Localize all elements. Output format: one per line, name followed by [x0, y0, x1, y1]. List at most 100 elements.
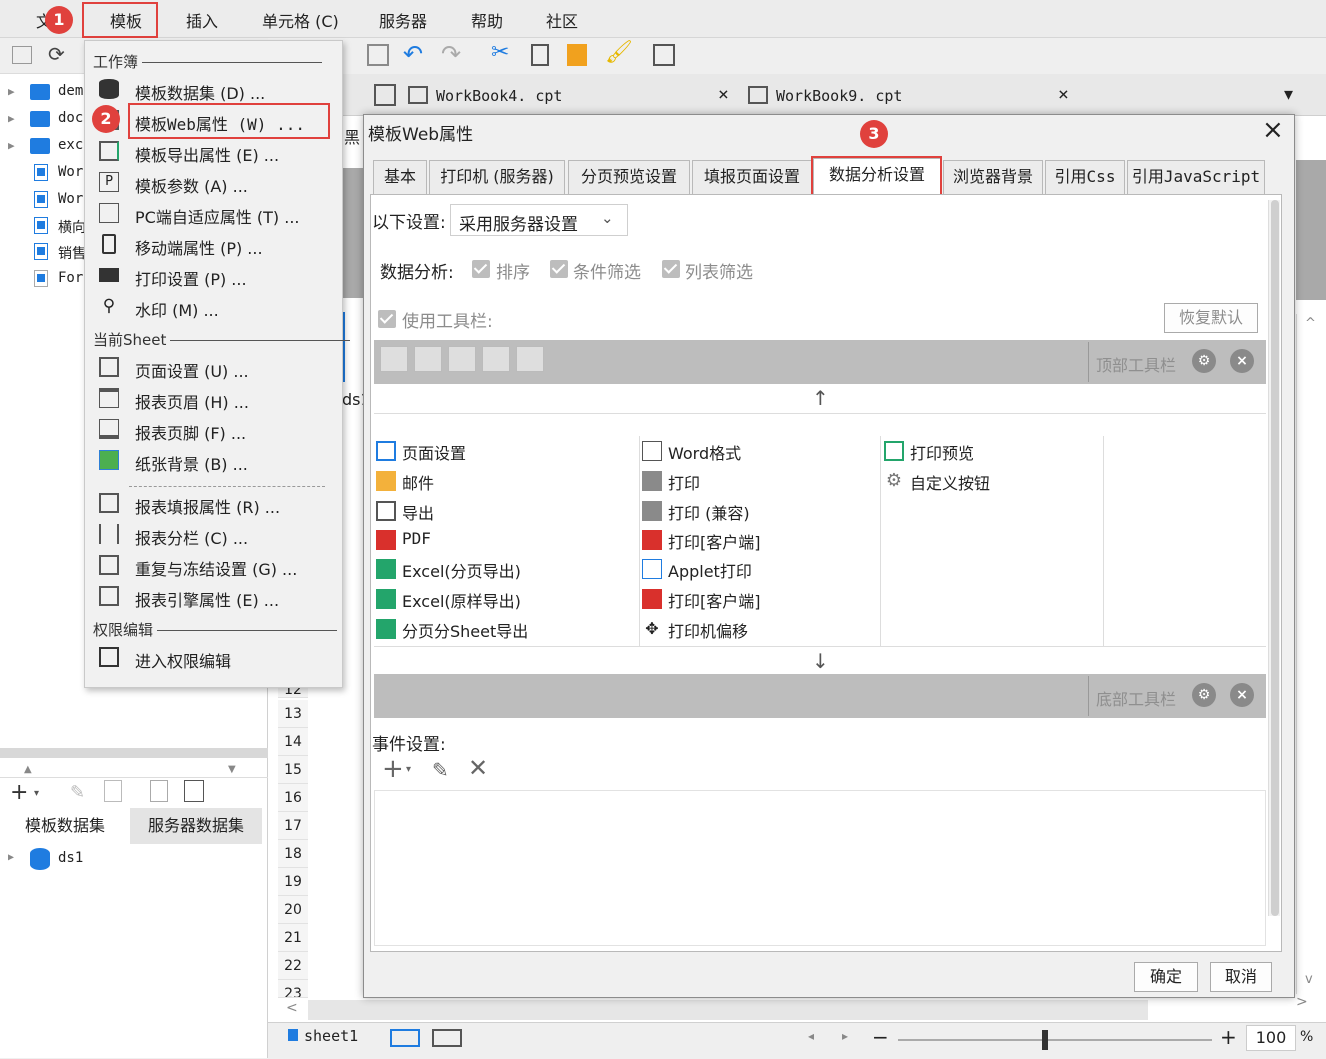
copy-icon[interactable]	[531, 44, 549, 66]
tab-list-icon[interactable]: ▾	[1284, 84, 1293, 105]
top-toolbar-bar[interactable]: 顶部工具栏 ⚙ ×	[374, 340, 1266, 384]
dataset-settings-icon[interactable]	[184, 780, 204, 802]
ok-button[interactable]: 确定	[1134, 962, 1198, 992]
chevron-down-icon[interactable]: ▾	[34, 788, 39, 799]
delete-icon[interactable]	[104, 780, 122, 802]
undo-icon[interactable]: ↶	[403, 40, 423, 68]
cut-icon[interactable]: ✂	[491, 40, 509, 65]
menu-item-watermark[interactable]: ⚲ 水印 (M) ...	[93, 292, 333, 321]
tab-javascript[interactable]: 引用JavaScript	[1127, 160, 1265, 194]
restore-default-button[interactable]: 恢复默认	[1164, 303, 1258, 333]
panel-scrollbar[interactable]	[1268, 200, 1280, 916]
selected-cell[interactable]	[343, 312, 363, 382]
menu-item-report-columns[interactable]: 报表分栏 (C) ...	[93, 520, 333, 549]
horizontal-scrollbar[interactable]	[308, 1000, 1148, 1020]
add-dashboard-sheet-icon[interactable]	[432, 1029, 462, 1047]
prev-sheet-icon[interactable]: ◂	[808, 1029, 814, 1043]
chevron-down-icon[interactable]: ▾	[406, 764, 411, 775]
zoom-in-icon[interactable]: +	[1220, 1025, 1237, 1049]
move-up-row[interactable]: ↑	[374, 386, 1266, 414]
print-icon[interactable]	[448, 346, 476, 372]
menu-item-mobile-properties[interactable]: 移动端属性 (P) ...	[93, 230, 333, 259]
menu-item-enter-permission-edit[interactable]: 进入权限编辑	[93, 643, 333, 672]
collapse-down-icon[interactable]: ▼	[228, 764, 236, 775]
menu-item-fill-properties[interactable]: 报表填报属性 (R) ...	[93, 489, 333, 518]
redo-icon[interactable]: ↷	[441, 40, 461, 68]
close-tab-icon[interactable]: ×	[718, 84, 729, 105]
move-down-row[interactable]: ↓	[374, 646, 1266, 674]
scrollbar-thumb[interactable]	[1271, 200, 1279, 916]
vertical-scrollbar[interactable]: ^ v	[1296, 314, 1326, 994]
bottom-toolbar-bar[interactable]: 底部工具栏 ⚙ ×	[374, 674, 1266, 718]
setting-select[interactable]: 采用服务器设置 ⌄	[450, 204, 628, 236]
arrow-up-icon[interactable]: ↑	[812, 386, 829, 410]
menu-help[interactable]: 帮助	[471, 8, 503, 32]
tab-browser-background[interactable]: 浏览器背景	[943, 160, 1043, 194]
export-icon[interactable]	[482, 346, 510, 372]
close-icon[interactable]: ×	[1230, 683, 1254, 707]
use-toolbar-checkbox[interactable]	[378, 310, 396, 328]
list-filter-checkbox[interactable]	[662, 260, 680, 278]
edit-icon[interactable]: ✎	[432, 758, 449, 782]
cancel-button[interactable]: 取消	[1210, 962, 1272, 992]
delete-icon[interactable]: ✕	[468, 754, 488, 782]
menu-item-template-parameters[interactable]: P 模板参数 (A) ...	[93, 168, 333, 197]
tab-fill-page[interactable]: 填报页面设置	[692, 160, 812, 194]
gear-icon[interactable]: ⚙	[1192, 349, 1216, 373]
collapse-up-icon[interactable]: ▲	[24, 764, 32, 775]
menu-cell[interactable]: 单元格 (C)	[262, 8, 339, 32]
scroll-up-icon[interactable]: ^	[1305, 316, 1316, 331]
scroll-down-icon[interactable]: v	[1305, 972, 1313, 987]
page-setup-icon[interactable]	[380, 346, 408, 372]
menu-item-report-header[interactable]: 报表页眉 (H) ...	[93, 384, 333, 413]
tab-template-dataset[interactable]: 模板数据集	[0, 808, 130, 844]
output-icon[interactable]	[414, 346, 442, 372]
menu-item-pc-adaptive[interactable]: PC端自适应属性 (T) ...	[93, 199, 333, 228]
new-folder-icon[interactable]	[12, 46, 32, 64]
add-event-icon[interactable]: +	[382, 754, 404, 784]
zoom-slider-handle[interactable]	[1042, 1030, 1048, 1050]
menu-insert[interactable]: 插入	[186, 8, 218, 32]
panel-splitter[interactable]: ▲ ▼	[0, 764, 268, 778]
tab-page-preview[interactable]: 分页预览设置	[568, 160, 690, 194]
file-tab[interactable]: WorkBook4. cpt ×	[406, 80, 740, 114]
template-grid-icon[interactable]	[374, 84, 396, 106]
arrow-down-icon[interactable]: ↓	[812, 649, 829, 673]
sheet-tab[interactable]: sheet1	[304, 1027, 358, 1045]
menu-server[interactable]: 服务器	[379, 8, 427, 32]
horizontal-scrollbar[interactable]	[0, 748, 268, 758]
event-list[interactable]	[374, 790, 1266, 946]
scroll-left-icon[interactable]: <	[286, 1000, 298, 1016]
scroll-right-icon[interactable]: >	[1296, 994, 1308, 1010]
mail-icon[interactable]	[516, 346, 544, 372]
menu-item-repeat-freeze[interactable]: 重复与冻结设置 (G) ...	[93, 551, 333, 580]
menu-community[interactable]: 社区	[546, 8, 578, 32]
tab-basic[interactable]: 基本	[373, 160, 427, 194]
preview-icon[interactable]	[150, 780, 168, 802]
menu-item-page-setup[interactable]: 页面设置 (U) ...	[93, 353, 333, 382]
edit-icon[interactable]: ✎	[70, 782, 85, 803]
add-report-sheet-icon[interactable]	[390, 1029, 420, 1047]
close-icon[interactable]: ×	[1230, 349, 1254, 373]
zoom-out-icon[interactable]: −	[872, 1025, 889, 1049]
zoom-slider[interactable]	[898, 1039, 1212, 1041]
gear-icon[interactable]: ⚙	[1192, 683, 1216, 707]
add-dataset-icon[interactable]: +	[10, 780, 28, 805]
menu-item-report-footer[interactable]: 报表页脚 (F) ...	[93, 415, 333, 444]
paste-icon[interactable]	[567, 44, 587, 66]
menu-item-print-settings[interactable]: 打印设置 (P) ...	[93, 261, 333, 290]
menu-item-paper-background[interactable]: 纸张背景 (B) ...	[93, 446, 333, 475]
tab-css[interactable]: 引用Css	[1045, 160, 1125, 194]
menu-item-template-export-properties[interactable]: 模板导出属性 (E) ...	[93, 137, 333, 166]
save-icon[interactable]	[367, 44, 389, 66]
format-brush-icon[interactable]: 🖌	[605, 40, 633, 65]
menu-item-engine-properties[interactable]: 报表引擎属性 (E) ...	[93, 582, 333, 611]
refresh-icon[interactable]: ⟳	[48, 42, 65, 66]
close-icon[interactable]: ×	[1262, 116, 1284, 144]
zoom-value[interactable]: 100	[1246, 1025, 1296, 1051]
file-tab[interactable]: WorkBook9. cpt ×	[746, 80, 1080, 114]
tab-printer-server[interactable]: 打印机 (服务器)	[429, 160, 565, 194]
sort-checkbox[interactable]	[472, 260, 490, 278]
condition-filter-checkbox[interactable]	[550, 260, 568, 278]
insert-textbox-icon[interactable]	[653, 44, 675, 66]
